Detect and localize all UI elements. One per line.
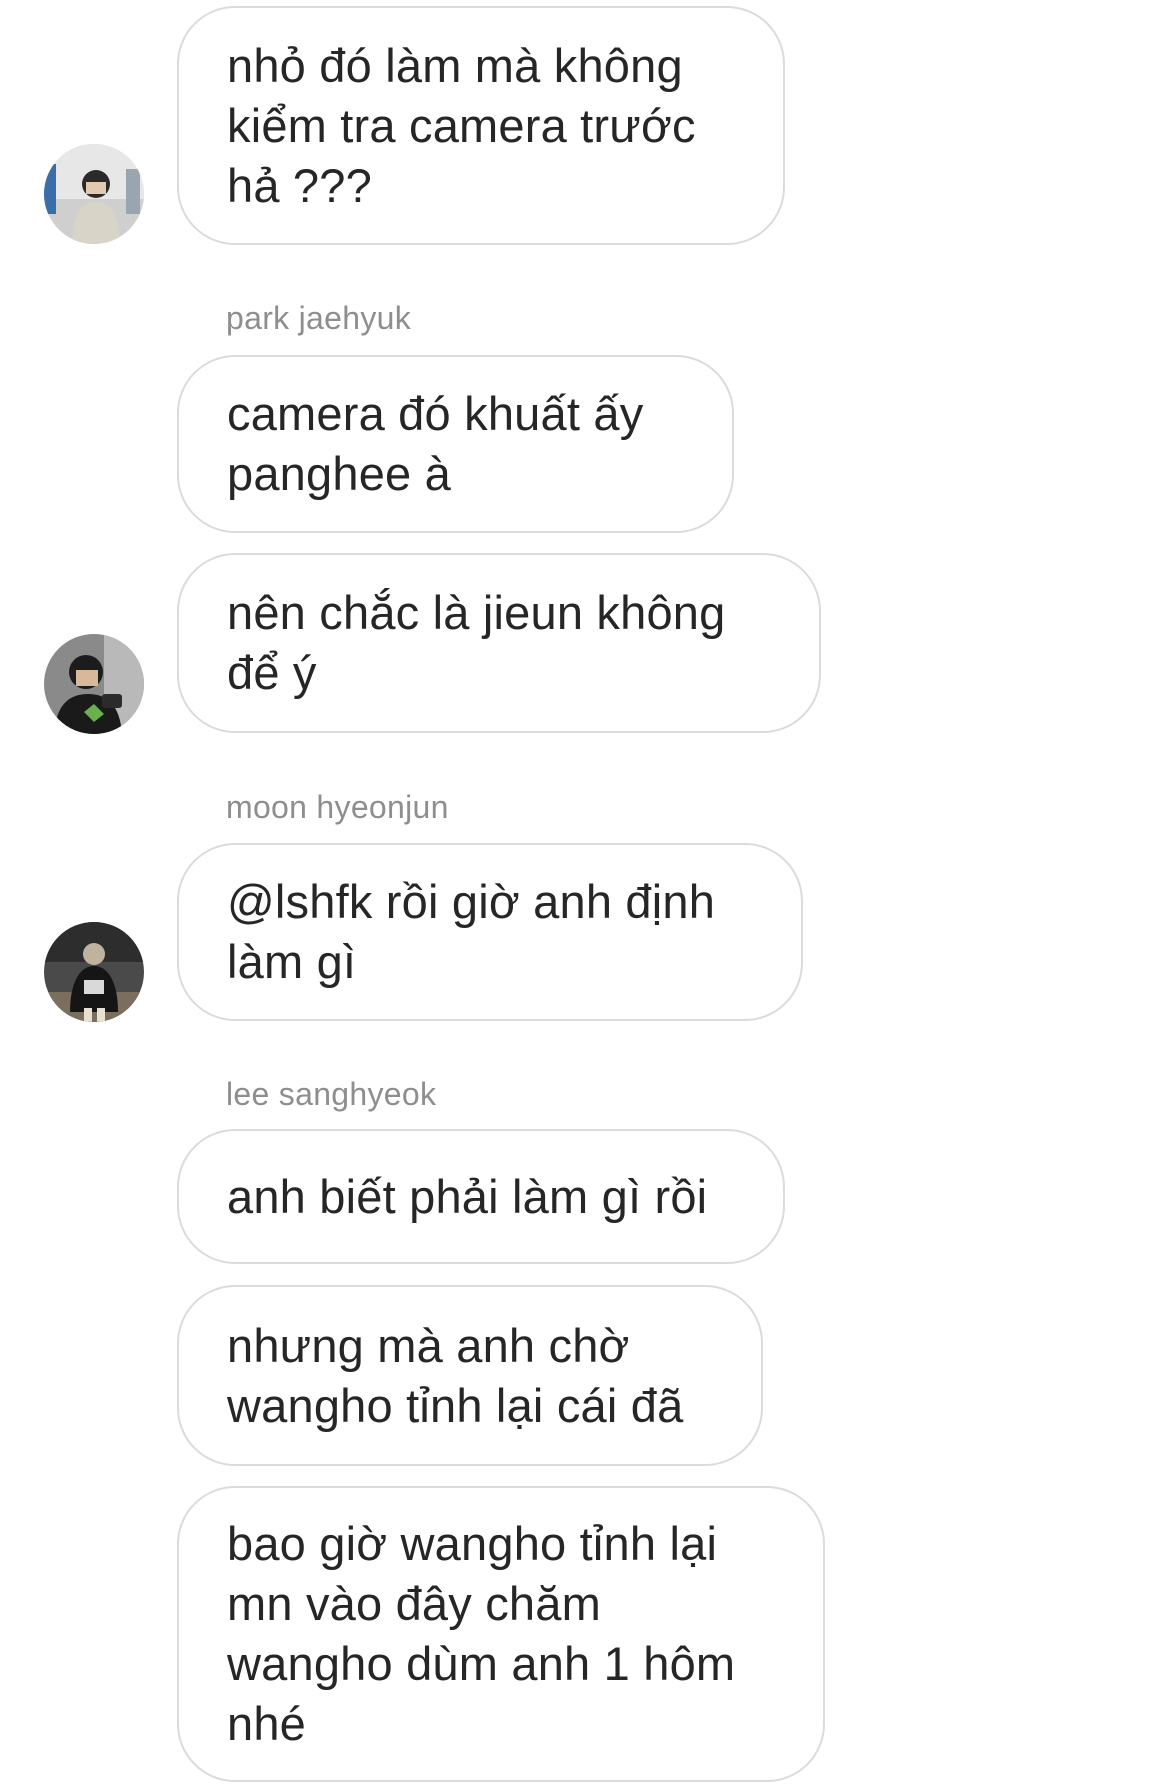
sender-name: park jaehyuk [226, 300, 412, 336]
avatar[interactable] [44, 634, 144, 734]
avatar-photo-icon [44, 144, 144, 244]
message-text: anh biết phải làm gì rồi [227, 1169, 708, 1223]
message-bubble[interactable]: nhưng mà anh chờ wangho tỉnh lại cái đã [177, 1285, 763, 1466]
avatar-photo-icon [44, 634, 144, 734]
avatar[interactable] [44, 922, 144, 1022]
message-text: nên chắc là jieun không để ý [227, 586, 726, 699]
message-text: bao giờ wangho tỉnh lại mn vào đây chăm … [227, 1517, 736, 1750]
message-text: @lshfk rồi giờ anh định làm gì [227, 875, 716, 988]
avatar-photo-icon [44, 922, 144, 1022]
message-text: nhỏ đó làm mà không kiểm tra camera trướ… [227, 38, 696, 212]
message-bubble[interactable]: nên chắc là jieun không để ý [177, 553, 821, 733]
message-bubble[interactable]: bao giờ wangho tỉnh lại mn vào đây chăm … [177, 1486, 825, 1782]
message-bubble[interactable]: nhỏ đó làm mà không kiểm tra camera trướ… [177, 6, 785, 245]
message-bubble[interactable]: camera đó khuất ấy panghee à [177, 355, 734, 533]
message-bubble[interactable]: @lshfk rồi giờ anh định làm gì [177, 843, 803, 1021]
sender-name: lee sanghyeok [226, 1076, 437, 1112]
message-text: camera đó khuất ấy panghee à [227, 387, 644, 500]
message-text: nhưng mà anh chờ wangho tỉnh lại cái đã [227, 1318, 684, 1432]
message-bubble[interactable]: anh biết phải làm gì rồi [177, 1129, 785, 1264]
sender-name: moon hyeonjun [226, 789, 449, 825]
avatar[interactable] [44, 144, 144, 244]
